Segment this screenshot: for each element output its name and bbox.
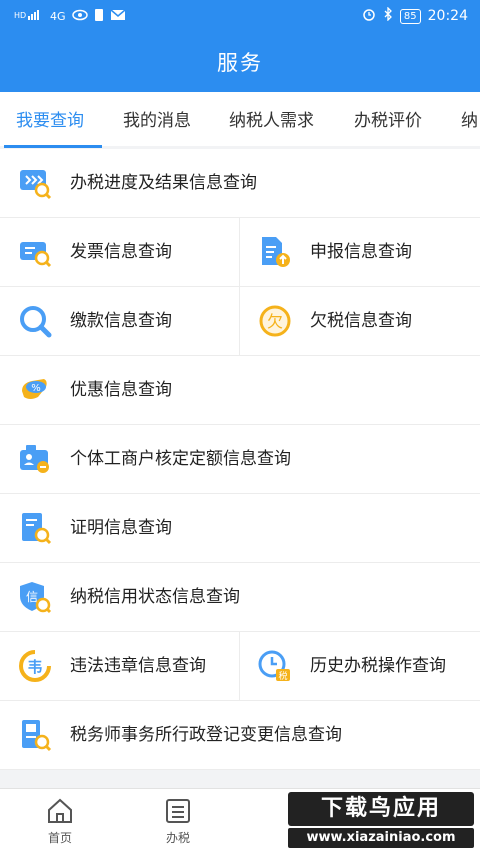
magnifier-icon xyxy=(18,304,52,338)
list-row: % 优惠信息查询 xyxy=(0,356,480,425)
svg-text:税: 税 xyxy=(278,670,287,682)
battery-level: 85 xyxy=(399,8,421,24)
list-icon xyxy=(164,797,192,825)
tab-taxpayer-needs[interactable]: 纳税人需求 xyxy=(229,92,314,146)
list-item-label: 发票信息查询 xyxy=(70,242,172,262)
watermark-title: 下载鸟应用 xyxy=(288,792,474,826)
tab-bar: 我要查询 我的消息 纳税人需求 办税评价 纳 xyxy=(0,92,480,146)
svg-text:欠: 欠 xyxy=(267,312,283,331)
violation-icon: 韦 xyxy=(18,649,52,683)
tab-messages[interactable]: 我的消息 xyxy=(123,92,191,146)
page-title: 服务 xyxy=(217,51,263,75)
nav-label: 办税 xyxy=(165,831,190,845)
list-item-label: 缴款信息查询 xyxy=(70,311,172,331)
list-item-label: 纳税信用状态信息查询 xyxy=(70,587,240,607)
list-item-label: 历史办税操作查询 xyxy=(310,656,446,676)
list-item-label: 违法违章信息查询 xyxy=(70,656,206,676)
home-icon xyxy=(46,797,74,825)
signal-icon: HD xyxy=(14,8,44,25)
tab-more[interactable]: 纳 xyxy=(461,92,478,146)
list-row: 办税进度及结果信息查询 xyxy=(0,149,480,218)
bluetooth-icon xyxy=(383,6,393,25)
status-left-icons: HD 4G xyxy=(14,8,126,25)
list-item-credit-status[interactable]: 信 纳税信用状态信息查询 xyxy=(0,563,480,632)
owed-tax-icon: 欠 xyxy=(258,304,292,338)
list-item-label: 欠税信息查询 xyxy=(310,311,412,331)
tab-query[interactable]: 我要查询 xyxy=(16,92,84,146)
list-item-progress[interactable]: 办税进度及结果信息查询 xyxy=(0,149,480,218)
list-row: 发票信息查询 申报信息查询 xyxy=(0,218,480,287)
list-item-label: 个体工商户核定定额信息查询 xyxy=(70,449,291,469)
eye-icon xyxy=(71,9,88,24)
declaration-upload-icon xyxy=(258,235,292,269)
list-item-invoice[interactable]: 发票信息查询 xyxy=(0,218,240,287)
status-bar: HD 4G 85 20:24 xyxy=(0,0,480,34)
title-bar: 服务 xyxy=(0,34,480,92)
list-row: 税务师事务所行政登记变更信息查询 xyxy=(0,701,480,770)
clock-time: 20:24 xyxy=(427,8,468,24)
certificate-search-icon xyxy=(18,511,52,545)
svg-text:信: 信 xyxy=(26,590,38,604)
list-row: 信 纳税信用状态信息查询 xyxy=(0,563,480,632)
list-item-label: 办税进度及结果信息查询 xyxy=(70,173,257,193)
alarm-icon xyxy=(362,7,376,25)
list-item-label: 证明信息查询 xyxy=(70,518,172,538)
svg-text:%: % xyxy=(31,383,41,394)
mail-icon xyxy=(110,9,126,24)
watermark-url: www.xiazainiao.com xyxy=(288,828,474,848)
tab-tax-evaluation[interactable]: 办税评价 xyxy=(354,92,422,146)
nav-label: 首页 xyxy=(47,831,72,845)
sim-icon xyxy=(94,8,104,25)
svg-text:HD: HD xyxy=(14,11,26,20)
discount-icon: % xyxy=(18,373,52,407)
list-item-violation[interactable]: 韦 违法违章信息查询 xyxy=(0,632,240,701)
list-item-history[interactable]: 税 历史办税操作查询 xyxy=(240,632,480,701)
list-row: 个体工商户核定定额信息查询 xyxy=(0,425,480,494)
nav-tax[interactable]: 办税 xyxy=(138,789,218,854)
invoice-search-icon xyxy=(18,235,52,269)
network-type: 4G xyxy=(50,10,66,23)
nav-home[interactable]: 首页 xyxy=(20,789,100,854)
list-item-label: 税务师事务所行政登记变更信息查询 xyxy=(70,725,342,745)
list-row: 韦 违法违章信息查询 税 历史办税操作查询 xyxy=(0,632,480,701)
list-item-label: 优惠信息查询 xyxy=(70,380,172,400)
list-item-declaration[interactable]: 申报信息查询 xyxy=(240,218,480,287)
svg-text:韦: 韦 xyxy=(27,658,42,676)
list-item-discount[interactable]: % 优惠信息查询 xyxy=(0,356,480,425)
business-id-icon xyxy=(18,442,52,476)
tab-active-indicator xyxy=(4,145,102,148)
tax-agency-icon xyxy=(18,718,52,752)
list-item-payment[interactable]: 缴款信息查询 xyxy=(0,287,240,356)
list-item-tax-agency[interactable]: 税务师事务所行政登记变更信息查询 xyxy=(0,701,480,770)
list-item-label: 申报信息查询 xyxy=(310,242,412,262)
status-right: 85 20:24 xyxy=(362,6,468,25)
list-row: 证明信息查询 xyxy=(0,494,480,563)
history-clock-icon: 税 xyxy=(258,649,292,683)
list-item-owed-tax[interactable]: 欠 欠税信息查询 xyxy=(240,287,480,356)
list-item-business-quota[interactable]: 个体工商户核定定额信息查询 xyxy=(0,425,480,494)
list-row: 缴款信息查询 欠 欠税信息查询 xyxy=(0,287,480,356)
watermark: 下载鸟应用 www.xiazainiao.com xyxy=(284,792,476,850)
credit-shield-icon: 信 xyxy=(18,580,52,614)
list-item-certificate[interactable]: 证明信息查询 xyxy=(0,494,480,563)
progress-search-icon xyxy=(18,166,52,200)
